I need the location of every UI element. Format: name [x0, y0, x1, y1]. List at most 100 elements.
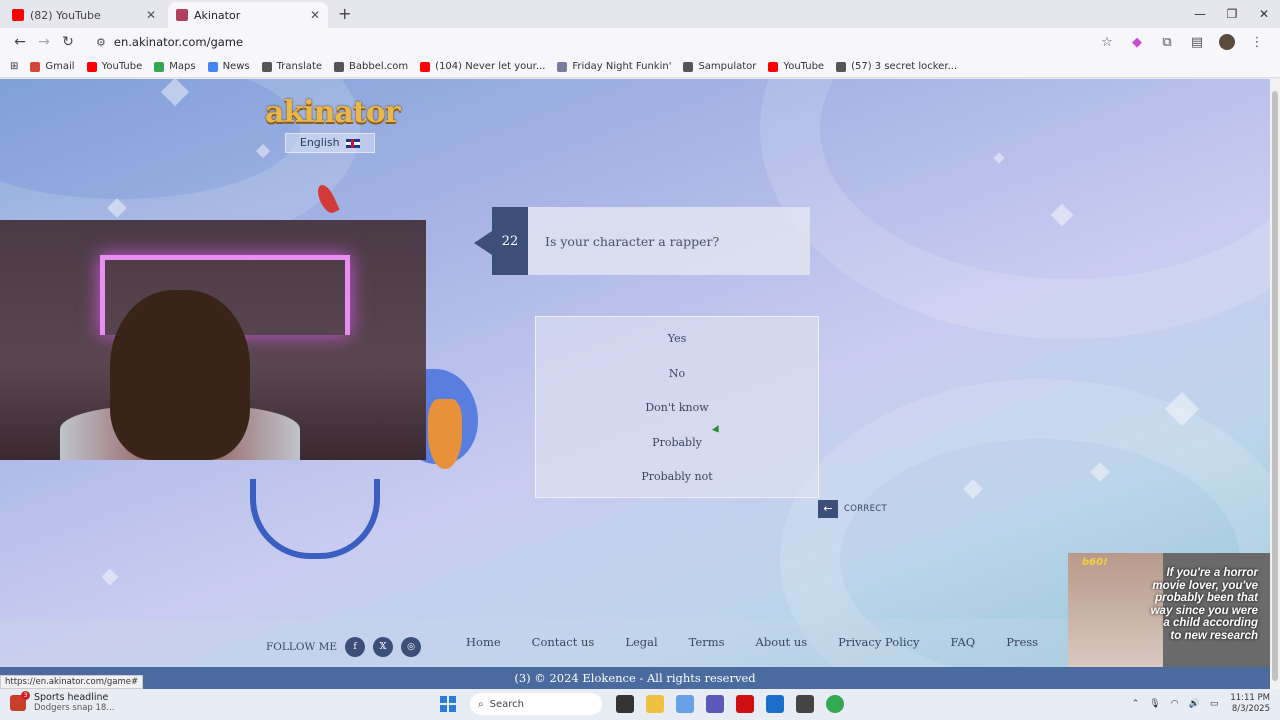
windows-taskbar: Sports headline Dodgers snap 18... ⌕ Sea…	[0, 689, 1280, 720]
taskbar-search[interactable]: ⌕ Search	[470, 693, 602, 715]
footer-link-about[interactable]: About us	[756, 635, 808, 649]
tab-youtube[interactable]: (82) YouTube ✕	[4, 2, 164, 28]
close-tab-icon[interactable]: ✕	[310, 8, 320, 22]
language-label: English	[299, 136, 340, 149]
footer-link-faq[interactable]: FAQ	[951, 635, 976, 649]
answer-probably-not[interactable]: Probably not	[536, 470, 818, 483]
correct-button[interactable]: ← CORRECT	[818, 500, 887, 518]
taskbar-apps: ⌕ Search	[440, 693, 850, 715]
teams-icon[interactable]	[706, 695, 724, 713]
facebook-icon[interactable]: f	[345, 637, 365, 657]
akinator-logo[interactable]: akinator	[265, 95, 401, 130]
language-selector[interactable]: English	[285, 133, 375, 153]
battery-icon[interactable]: ▭	[1210, 699, 1219, 709]
netflix-icon[interactable]	[736, 695, 754, 713]
bookmark-item[interactable]: YouTube	[768, 61, 824, 72]
microphone-icon[interactable]: 🎙	[1149, 699, 1160, 709]
ad-brand: b60!	[1082, 557, 1108, 568]
bookmark-star-icon[interactable]: ☆	[1092, 35, 1122, 50]
bookmark-label: News	[222, 61, 250, 72]
bookmark-item[interactable]: Babbel.com	[334, 61, 408, 72]
news-widget[interactable]: Sports headline Dodgers snap 18...	[10, 690, 114, 713]
footer-link-home[interactable]: Home	[466, 635, 501, 649]
footer-link-terms[interactable]: Terms	[689, 635, 725, 649]
bookmark-item[interactable]: News	[207, 61, 250, 72]
footer-link-legal[interactable]: Legal	[625, 635, 657, 649]
back-icon[interactable]: ←	[8, 34, 32, 50]
akinator-favicon-icon	[176, 9, 188, 21]
restore-icon[interactable]: ❐	[1216, 7, 1248, 21]
bookmark-label: YouTube	[101, 61, 143, 72]
bookmark-item[interactable]: Maps	[154, 61, 196, 72]
bookmark-item[interactable]: Friday Night Funkin'	[557, 61, 671, 72]
instagram-icon[interactable]: ◎	[401, 637, 421, 657]
webcam-overlay	[0, 220, 426, 460]
answer-no[interactable]: No	[536, 367, 818, 380]
wifi-icon[interactable]: ◠	[1171, 699, 1179, 709]
bookmark-favicon-icon	[683, 61, 694, 72]
side-panel-icon[interactable]: ▤	[1182, 35, 1212, 50]
bookmarks-bar: ⊞ Gmail YouTube Maps News Translate Babbel.co…	[0, 56, 1280, 78]
answer-probably[interactable]: Probably	[536, 436, 818, 449]
bookmark-item[interactable]: Translate	[261, 61, 322, 72]
status-url: https://en.akinator.com/game#	[0, 675, 144, 689]
address-bar[interactable]: ⚙ en.akinator.com/game	[88, 31, 1084, 53]
ad-caption: If you're a horror movie lover, you've p…	[1150, 567, 1258, 642]
bookmark-favicon-icon	[86, 61, 97, 72]
outlook-icon[interactable]	[766, 695, 784, 713]
close-window-icon[interactable]: ✕	[1248, 7, 1280, 21]
toolbar-icons: ☆ ◆ ⧉ ▤ ⋮	[1092, 34, 1272, 50]
url-text: en.akinator.com/game	[113, 35, 244, 49]
site-info-icon[interactable]: ⚙	[96, 36, 106, 49]
bookmark-favicon-icon	[261, 61, 272, 72]
answer-dont-know[interactable]: Don't know	[536, 401, 818, 414]
genie-cape	[250, 479, 380, 559]
bookmark-item[interactable]: YouTube	[86, 61, 143, 72]
start-button[interactable]	[440, 696, 456, 712]
bookmark-label: YouTube	[783, 61, 825, 72]
bookmark-label: Friday Night Funkin'	[572, 61, 672, 72]
footer-link-contact[interactable]: Contact us	[532, 635, 595, 649]
volume-icon[interactable]: 🔊	[1189, 699, 1200, 709]
tray-overflow-icon[interactable]: ⌃	[1132, 699, 1140, 709]
tab-akinator[interactable]: Akinator ✕	[168, 2, 328, 28]
copilot-icon[interactable]	[676, 695, 694, 713]
bookmark-item[interactable]: Sampulator	[683, 61, 756, 72]
bookmark-item[interactable]: (104) Never let your...	[420, 61, 545, 72]
bookmark-favicon-icon	[154, 61, 165, 72]
uk-flag-icon	[346, 138, 361, 148]
bookmark-item[interactable]: (57) 3 secret locker...	[836, 61, 957, 72]
reload-icon[interactable]: ↻	[56, 34, 80, 50]
footer-link-privacy[interactable]: Privacy Policy	[838, 635, 919, 649]
scrollbar-thumb[interactable]	[1272, 91, 1278, 681]
footer-link-press[interactable]: Press	[1006, 635, 1038, 649]
task-view-icon[interactable]	[616, 695, 634, 713]
extension-pink-icon[interactable]: ◆	[1122, 35, 1152, 50]
extensions-icon[interactable]: ⧉	[1152, 35, 1182, 50]
apps-icon[interactable]: ⊞	[10, 61, 18, 72]
decor-diamond	[101, 568, 119, 586]
profile-avatar[interactable]	[1219, 34, 1235, 50]
close-tab-icon[interactable]: ✕	[146, 8, 156, 22]
video-ad[interactable]: b60! If you're a horror movie lover, you…	[1068, 553, 1270, 667]
page-scrollbar[interactable]	[1270, 79, 1280, 689]
chrome-icon[interactable]	[826, 695, 844, 713]
file-explorer-icon[interactable]	[646, 695, 664, 713]
answer-yes[interactable]: Yes	[536, 332, 818, 345]
new-tab-button[interactable]: +	[338, 4, 351, 23]
bookmark-favicon-icon	[768, 61, 779, 72]
news-title: Sports headline	[34, 692, 109, 703]
forward-icon[interactable]: →	[32, 34, 56, 50]
webcam-person	[110, 290, 250, 460]
bookmark-item[interactable]: Gmail	[30, 61, 75, 72]
clock[interactable]: 11:11 PM 8/3/2025	[1230, 693, 1270, 715]
minimize-icon[interactable]: —	[1184, 7, 1216, 21]
menu-icon[interactable]: ⋮	[1242, 35, 1272, 50]
app-icon[interactable]	[796, 695, 814, 713]
bookmark-label: (104) Never let your...	[435, 61, 546, 72]
clock-date: 8/3/2025	[1231, 704, 1270, 714]
background-swirl	[760, 79, 1270, 339]
x-twitter-icon[interactable]: 𝕏	[373, 637, 393, 657]
footer-links: Home Contact us Legal Terms About us Pri…	[466, 635, 1069, 649]
answer-list: Yes No Don't know Probably Probably not	[535, 316, 819, 498]
